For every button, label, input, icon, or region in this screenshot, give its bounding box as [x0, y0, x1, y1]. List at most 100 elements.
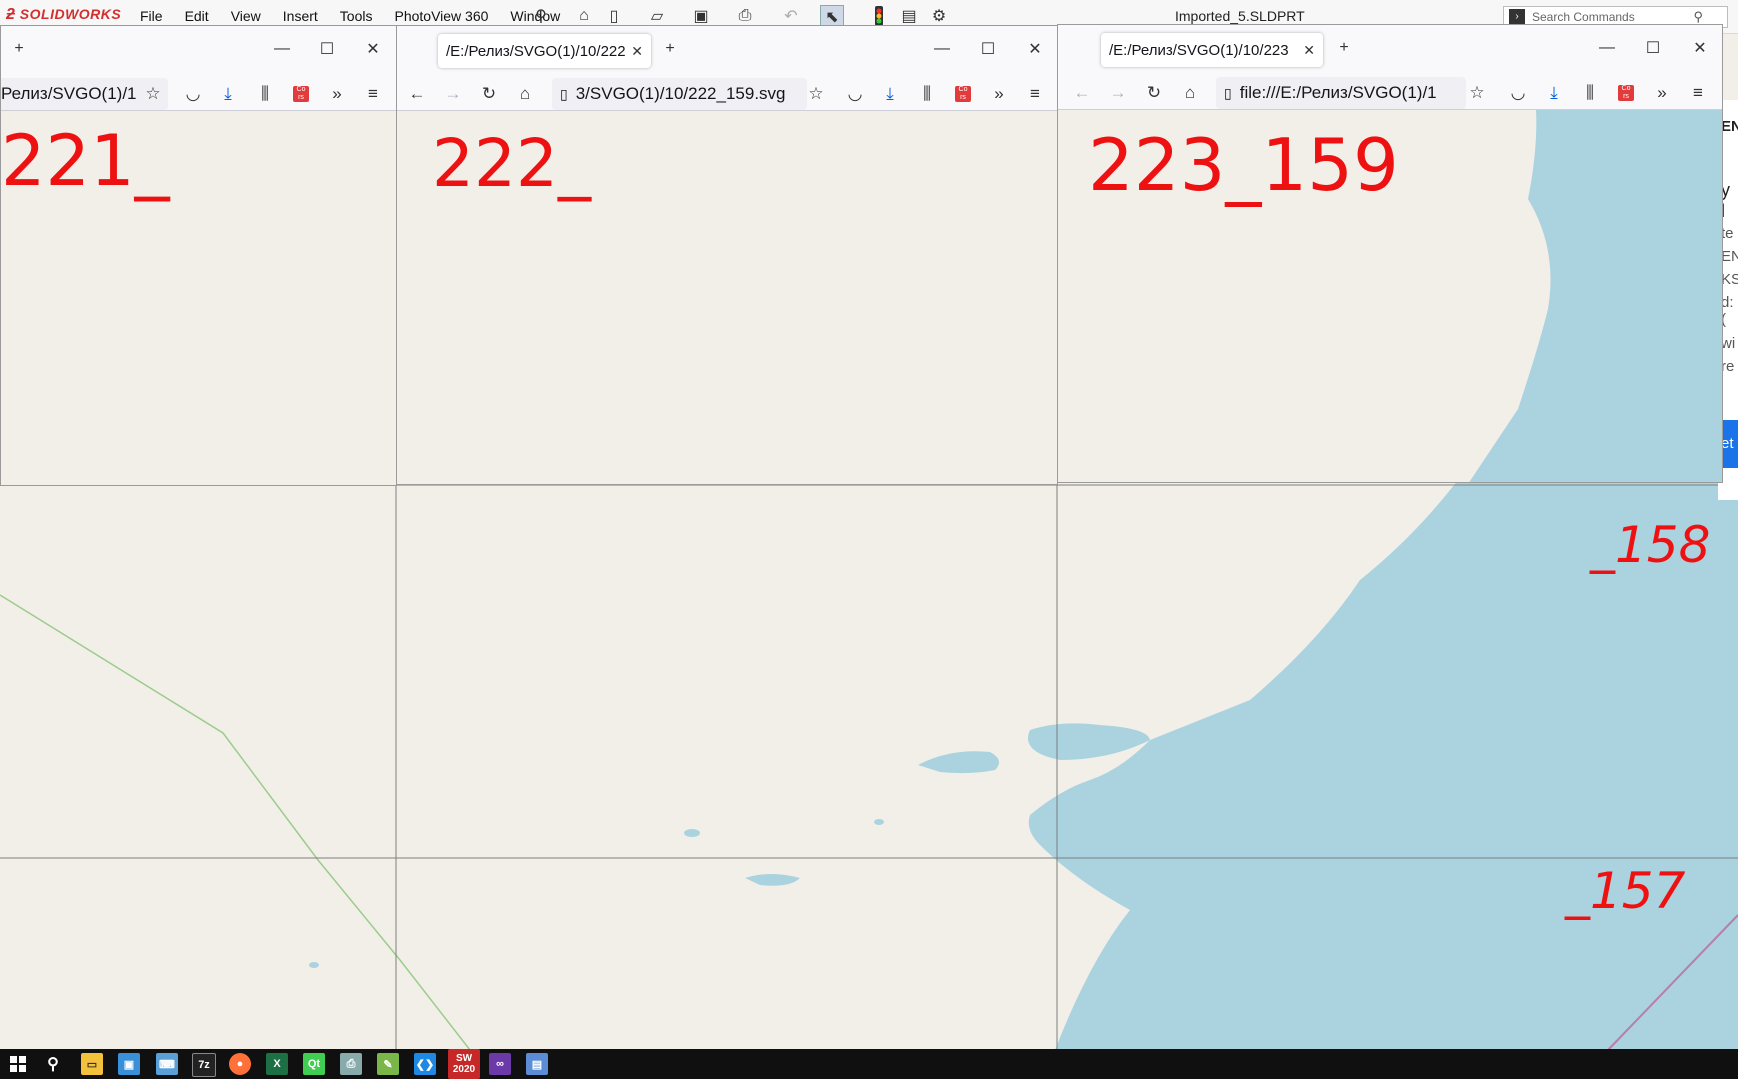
- windows-taskbar: ⚲ ▭ ▣ ⌨ 7z ● X Qt ⎙ ✎ ❮❯ SW 2020 ∞ ▤: [0, 1049, 1738, 1079]
- maximize-button[interactable]: ☐: [1638, 35, 1668, 61]
- cors-extension-icon[interactable]: Co rs: [1612, 79, 1640, 107]
- menu-hamburger-icon[interactable]: ≡: [1684, 79, 1712, 107]
- tab-title: /E:/Релиз/SVGO(1)/10/222: [446, 42, 626, 60]
- new-tab-button[interactable]: +: [4, 36, 34, 62]
- cors-extension-icon[interactable]: Co rs: [287, 80, 315, 108]
- menu-view[interactable]: View: [231, 8, 261, 24]
- lake: [684, 829, 700, 837]
- handwritten-label-221: 221_: [1, 120, 170, 202]
- network-icon[interactable]: ▣: [118, 1053, 140, 1075]
- file-explorer-icon[interactable]: ▭: [81, 1053, 103, 1075]
- download-icon[interactable]: ⤓: [876, 80, 904, 108]
- forward-icon[interactable]: →: [1104, 79, 1132, 107]
- browser-toolbar: /E:/Релиз/SVGO(1)/10/223 ✕ + — ☐ ✕ ← → ↻…: [1058, 25, 1722, 110]
- printer-icon[interactable]: ⎙: [340, 1053, 362, 1075]
- solidworks-version: 2020: [452, 1064, 476, 1075]
- minimize-button[interactable]: —: [1592, 35, 1622, 61]
- browser-window-right: /E:/Релиз/SVGO(1)/10/223 ✕ + — ☐ ✕ ← → ↻…: [1057, 24, 1723, 483]
- menu-tools[interactable]: Tools: [340, 8, 373, 24]
- reload-icon[interactable]: ↻: [1140, 79, 1168, 107]
- file-properties-icon[interactable]: ▤: [898, 5, 920, 27]
- menu-hamburger-icon[interactable]: ≡: [359, 80, 387, 108]
- home-icon[interactable]: ⌂: [511, 80, 539, 108]
- firefox-icon[interactable]: ●: [229, 1053, 251, 1075]
- excel-icon[interactable]: X: [266, 1053, 288, 1075]
- notepad-icon[interactable]: ✎: [377, 1053, 399, 1075]
- solidworks-icon[interactable]: SW 2020: [448, 1049, 480, 1079]
- url-text: Релиз/SVGO(1)/1: [1, 84, 137, 103]
- fragment-text: wi: [1721, 335, 1736, 352]
- minimize-button[interactable]: —: [267, 36, 297, 62]
- library-icon[interactable]: ⫼: [913, 80, 941, 108]
- search-icon[interactable]: ⚲: [42, 1053, 64, 1075]
- download-icon[interactable]: ⤓: [1540, 79, 1568, 107]
- home-icon[interactable]: ⌂: [1176, 79, 1204, 107]
- overflow-chevron-icon[interactable]: »: [323, 80, 351, 108]
- undo-icon[interactable]: ↶: [780, 5, 802, 27]
- back-icon[interactable]: ←: [403, 80, 431, 108]
- options-gear-icon[interactable]: ⚙: [928, 5, 950, 27]
- print-icon[interactable]: ⎙: [734, 5, 756, 27]
- fragment-text: EN: [1721, 118, 1738, 135]
- back-icon[interactable]: ←: [1068, 79, 1096, 107]
- fragment-text: KS: [1721, 271, 1738, 288]
- pocket-icon[interactable]: ◡: [1504, 79, 1532, 107]
- keyboard-icon[interactable]: ⌨: [156, 1053, 178, 1075]
- new-tab-button[interactable]: +: [1329, 35, 1359, 61]
- url-text: file:///E:/Релиз/SVGO(1)/1: [1239, 83, 1437, 102]
- close-button[interactable]: ✕: [1685, 35, 1715, 61]
- forward-icon[interactable]: →: [439, 80, 467, 108]
- visual-studio-icon[interactable]: ∞: [489, 1053, 511, 1075]
- close-button[interactable]: ✕: [1020, 36, 1050, 62]
- close-tab-icon[interactable]: ✕: [631, 43, 643, 60]
- browser-tab[interactable]: /E:/Релиз/SVGO(1)/10/223 ✕: [1101, 33, 1323, 67]
- maximize-button[interactable]: ☐: [312, 36, 342, 62]
- lake: [874, 819, 884, 825]
- handwritten-label-223: 223_159: [1088, 123, 1399, 207]
- menu-insert[interactable]: Insert: [283, 8, 318, 24]
- page-icon: ▯: [1224, 84, 1232, 101]
- minimize-button[interactable]: —: [927, 36, 957, 62]
- 7zip-icon[interactable]: 7z: [192, 1053, 216, 1077]
- solidworks-logo: ƻ SOLIDWORKS: [6, 6, 122, 23]
- bookmark-star-icon[interactable]: ☆: [1463, 79, 1491, 107]
- home-icon[interactable]: ⌂: [573, 5, 595, 27]
- menu-edit[interactable]: Edit: [185, 8, 209, 24]
- save-icon[interactable]: ▣: [690, 5, 712, 27]
- new-document-icon[interactable]: ▯: [603, 5, 625, 27]
- document-icon[interactable]: ▤: [526, 1053, 548, 1075]
- overflow-chevron-icon[interactable]: »: [985, 80, 1013, 108]
- pin-icon[interactable]: ⚲: [530, 5, 552, 27]
- qt-creator-icon[interactable]: Qt: [303, 1053, 325, 1075]
- browser-toolbar: /E:/Релиз/SVGO(1)/10/222 ✕ + — ☐ ✕ ← → ↻…: [397, 26, 1057, 111]
- maximize-button[interactable]: ☐: [973, 36, 1003, 62]
- cors-extension-icon[interactable]: Co rs: [949, 80, 977, 108]
- browser-tab[interactable]: /E:/Релиз/SVGO(1)/10/222 ✕: [438, 34, 651, 68]
- menu-file[interactable]: File: [140, 8, 163, 24]
- download-icon[interactable]: ⤓: [214, 80, 242, 108]
- traffic-light-icon[interactable]: [868, 5, 890, 27]
- menu-hamburger-icon[interactable]: ≡: [1021, 80, 1049, 108]
- vscode-icon[interactable]: ❮❯: [414, 1053, 436, 1075]
- search-icon: ⚲: [1693, 9, 1703, 24]
- overflow-chevron-icon[interactable]: »: [1648, 79, 1676, 107]
- url-text: 3/SVGO(1)/10/222_159.svg: [575, 84, 786, 103]
- bookmark-star-icon[interactable]: ☆: [802, 80, 830, 108]
- close-button[interactable]: ✕: [358, 36, 388, 62]
- pocket-icon[interactable]: ◡: [179, 80, 207, 108]
- document-title: Imported_5.SLDPRT: [1175, 8, 1305, 24]
- new-tab-button[interactable]: +: [655, 36, 685, 62]
- pocket-icon[interactable]: ◡: [841, 80, 869, 108]
- close-tab-icon[interactable]: ✕: [1303, 42, 1315, 59]
- address-bar[interactable]: ▯ 3/SVGO(1)/10/222_159.svg: [552, 78, 807, 110]
- browser-window-middle: /E:/Релиз/SVGO(1)/10/222 ✕ + — ☐ ✕ ← → ↻…: [396, 25, 1058, 485]
- library-icon[interactable]: ⫼: [1576, 79, 1604, 107]
- address-bar[interactable]: ▯ file:///E:/Релиз/SVGO(1)/1: [1216, 77, 1466, 109]
- tab-title: /E:/Релиз/SVGO(1)/10/223: [1109, 41, 1289, 59]
- bookmark-star-icon[interactable]: ☆: [139, 80, 167, 108]
- menu-photoview[interactable]: PhotoView 360: [394, 8, 488, 24]
- reload-icon[interactable]: ↻: [475, 80, 503, 108]
- start-icon[interactable]: [7, 1053, 29, 1075]
- library-icon[interactable]: ⫼: [251, 80, 279, 108]
- open-folder-icon[interactable]: ▱: [646, 5, 668, 27]
